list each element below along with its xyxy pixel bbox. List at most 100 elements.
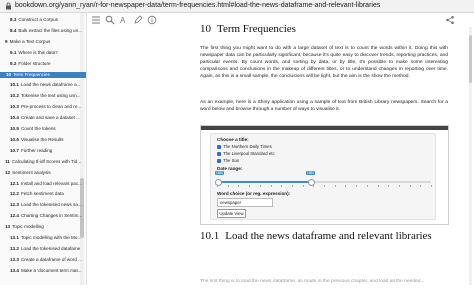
toc-item[interactable]: 13.1 Topic modelling with the Mo... xyxy=(10,235,86,241)
slider-tick xyxy=(431,185,432,187)
toc-item-number: 10.1 xyxy=(10,82,19,88)
toc-item-number: 13.2 xyxy=(10,245,19,251)
font-icon[interactable]: A xyxy=(119,15,129,25)
slider-to-tag: 1850 xyxy=(306,171,316,175)
toc-item-label: Topic modelling with the Mo... xyxy=(20,235,82,240)
slider-tick xyxy=(420,185,422,187)
toc-item[interactable]: 13 Topic modelling xyxy=(5,224,83,230)
toc-item-label: Charting Changes in Sentim... xyxy=(20,213,83,219)
toc-item-label: Folder structure xyxy=(18,60,51,66)
toc-item[interactable]: 10.5 Count the tokens xyxy=(10,126,86,132)
toc-item-label: Term Frequencies xyxy=(13,71,50,77)
toc-item[interactable]: 12.2 Fetch sentiment data xyxy=(10,191,86,197)
toc-item[interactable]: 10.6 Visualise the Results xyxy=(10,136,86,143)
section-title: 10.1 Load the news dataframe and relevant… xyxy=(200,230,432,242)
toc-item[interactable]: 9 Make a Text Corpus xyxy=(5,39,83,45)
toc-item-number: 9.1 xyxy=(10,49,17,55)
update-view-button[interactable]: Update View xyxy=(217,209,246,218)
toc-item[interactable]: 12.1 Install and load relevant pac... xyxy=(10,180,86,187)
toc-item-number: 12.1 xyxy=(10,180,19,186)
slider-tick xyxy=(356,185,358,187)
checkbox-label-3: The Sun xyxy=(223,158,240,163)
toc-item[interactable]: 10.4 Create and save a dataset ... xyxy=(10,115,86,121)
toc-item-number: 8.4 xyxy=(10,27,17,33)
toc-item-label: Fetch sentiment data xyxy=(20,191,64,197)
toc-item-number: 10.4 xyxy=(10,115,19,121)
slider-tick xyxy=(238,185,240,187)
toc-item-number: 10.3 xyxy=(10,104,19,110)
toc-item-label: Load the tokenised datafame xyxy=(20,245,81,251)
toc-item[interactable]: 10.3 Pre-process to clean and re... xyxy=(10,104,86,110)
toc-item[interactable]: 9.1 Where is this data? xyxy=(10,49,86,56)
edit-icon[interactable] xyxy=(133,15,143,25)
toc-item-number: 12.3 xyxy=(10,202,19,208)
checkbox-title-1[interactable] xyxy=(217,145,221,149)
toc-item-number: 8.3 xyxy=(10,17,17,22)
toc-item[interactable]: 10.2 Tokenise the text using unn... xyxy=(10,93,86,99)
toc-item-number: 13 xyxy=(5,224,11,230)
slider-from-tag: 1850 xyxy=(215,171,225,175)
toc-item[interactable]: 9.2 Folder structure xyxy=(10,60,86,67)
chapter-number: 10 xyxy=(200,23,211,35)
toc-item-label: Count the tokens xyxy=(20,126,56,131)
word-input[interactable]: newspaper xyxy=(217,198,273,207)
checkbox-title-3[interactable] xyxy=(217,159,221,163)
shiny-intro-paragraph: As an example, here is a Shiny applicati… xyxy=(200,100,448,113)
slider-tick xyxy=(302,185,304,187)
toc-item[interactable]: 8.3 Construct a Corpus xyxy=(10,17,86,23)
toc-item-label: Load the news dataframe a... xyxy=(20,82,81,88)
chapter-title: 10 Term Frequencies xyxy=(200,23,296,35)
toc-item[interactable]: 13.3 Create a dataframe of word ... xyxy=(10,256,86,263)
toc-item[interactable]: 10 Term Frequencies xyxy=(0,71,86,78)
share-icon[interactable] xyxy=(445,15,455,25)
slider-tick xyxy=(291,185,293,187)
toc-item-label: Make a 'document term mat... xyxy=(20,267,82,273)
toc-item-label: Where is this data? xyxy=(18,49,58,55)
url-text[interactable]: bookdown.org/yann_ryan/r-for-newspaper-d… xyxy=(15,1,380,11)
search-icon[interactable] xyxy=(105,15,115,25)
toc-item[interactable]: 13.4 Make a 'document term mat... xyxy=(10,267,86,274)
slider-tick xyxy=(398,185,400,187)
intro-paragraph: The first thing you might want to do wit… xyxy=(200,46,448,80)
toc-item[interactable]: 13.2 Load the tokenised datafame xyxy=(10,245,86,252)
toc-item-label: Make a Text Corpus xyxy=(9,38,51,44)
section-title-text: Load the news dataframe and relevant lib… xyxy=(225,230,432,242)
toc-item[interactable]: 11 Calculating tf-idf Scores with Tid... xyxy=(5,159,83,165)
info-icon[interactable] xyxy=(147,15,157,25)
chapter-title-text: Term Frequencies xyxy=(217,23,296,35)
word-choice-label: Word choice (or reg. expression): xyxy=(217,191,291,196)
menu-icon[interactable] xyxy=(91,15,101,25)
toc-item-number: 13.1 xyxy=(10,235,19,240)
toc-item[interactable]: 12.3 Load the tokenised news sa... xyxy=(10,202,86,208)
toc-item-label: Tokenise the text using unn... xyxy=(20,93,81,99)
checkbox-title-2[interactable] xyxy=(217,152,221,156)
toc-item[interactable]: 8.4 Bulk extract the files using un... xyxy=(10,27,86,34)
toc-item-label: Further reading xyxy=(20,147,53,153)
toc-item[interactable]: 12.4 Charting Changes in Sentim... xyxy=(10,213,86,219)
toc-item-number: 10.6 xyxy=(10,136,19,142)
app-header-bar xyxy=(201,126,448,130)
toc-item-number: 11 xyxy=(5,158,10,164)
section-number: 10.1 xyxy=(200,230,220,242)
slider-tick xyxy=(334,185,336,187)
toc-item-number: 12 xyxy=(5,169,11,175)
toc-item-number: 13.3 xyxy=(10,256,19,262)
toc-item-label: Bulk extract the files using un... xyxy=(18,27,82,33)
slider-tick xyxy=(345,185,347,187)
toc-item[interactable]: 12 Sentiment analysis xyxy=(5,170,83,176)
toc-sidebar: 8.3 Construct a Corpus 8.4 Bulk extract the… xyxy=(0,13,87,285)
page-scrollbar[interactable] xyxy=(468,27,473,285)
toc-item-number: 13.4 xyxy=(10,267,19,273)
toc-item-label: Construct a Corpus xyxy=(18,17,58,22)
shiny-app-frame: Choose a title: The Northern Daily Times… xyxy=(200,125,449,225)
toc-item[interactable]: 10.1 Load the news dataframe a... xyxy=(10,82,86,88)
toc-item-label: Topic modelling xyxy=(12,224,44,230)
svg-text:A: A xyxy=(120,16,126,25)
slider-tick xyxy=(388,185,390,187)
slider-tick xyxy=(249,185,251,187)
toc-item-number: 10 xyxy=(6,71,12,77)
address-bar[interactable]: bookdown.org/yann_ryan/r-for-newspaper-d… xyxy=(0,0,474,13)
checkbox-label-2: The Liverpool Standard etc xyxy=(223,151,275,156)
toc-item[interactable]: 10.7 Further reading xyxy=(10,147,86,154)
lock-icon xyxy=(5,2,12,10)
